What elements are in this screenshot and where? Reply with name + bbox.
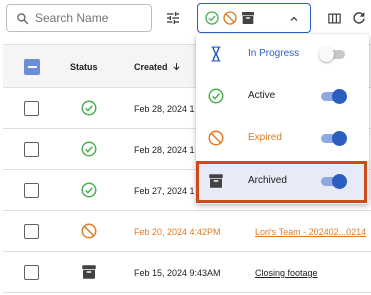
created-date: Feb 20, 2024 4:42PM bbox=[134, 227, 221, 237]
menu-item-label: Expired bbox=[248, 132, 282, 143]
created-date: Feb 28, 2024 1 bbox=[134, 104, 195, 114]
archive-icon bbox=[209, 174, 223, 188]
check-circle-icon bbox=[208, 88, 224, 104]
row-checkbox[interactable] bbox=[24, 142, 39, 157]
tune-icon[interactable] bbox=[164, 9, 182, 27]
menu-item-label: In Progress bbox=[248, 48, 300, 59]
created-column-header[interactable]: Created bbox=[134, 62, 181, 72]
menu-item-archived[interactable]: Archived bbox=[196, 161, 369, 202]
menu-item-label: Active bbox=[248, 90, 276, 101]
block-icon bbox=[81, 223, 97, 239]
search-input[interactable] bbox=[35, 11, 143, 25]
select-all-checkbox[interactable] bbox=[24, 59, 40, 75]
archive-icon bbox=[242, 12, 254, 24]
search-box[interactable] bbox=[6, 4, 152, 32]
refresh-icon[interactable] bbox=[350, 9, 368, 27]
created-date: Feb 27, 2024 1 bbox=[134, 186, 195, 196]
arrow-down-icon bbox=[173, 63, 180, 71]
status-filter-menu: In Progress Active Expired Archived bbox=[196, 34, 369, 204]
archive-icon bbox=[82, 265, 96, 279]
menu-item-expired[interactable]: Expired bbox=[196, 118, 369, 159]
check-circle-icon bbox=[81, 141, 97, 157]
check-circle-icon bbox=[81, 182, 97, 198]
created-date: Feb 28, 2024 1 bbox=[134, 145, 195, 155]
video-name-link[interactable]: Lori's Team - 202402...0214 bbox=[255, 227, 371, 237]
menu-item-in-progress[interactable]: In Progress bbox=[196, 34, 369, 75]
table-row[interactable]: Feb 15, 2024 9:43AM Closing footage bbox=[3, 252, 371, 293]
row-checkbox[interactable] bbox=[24, 183, 39, 198]
menu-item-label: Archived bbox=[248, 175, 287, 186]
check-circle-icon bbox=[81, 100, 97, 116]
chevron-up-icon bbox=[290, 16, 298, 21]
in-progress-toggle[interactable] bbox=[319, 47, 347, 62]
created-date: Feb 15, 2024 9:43AM bbox=[134, 268, 221, 278]
active-toggle[interactable] bbox=[321, 89, 347, 104]
status-column-header[interactable]: Status bbox=[70, 62, 98, 72]
hourglass-icon bbox=[211, 46, 221, 62]
search-icon bbox=[17, 12, 29, 24]
video-name-link[interactable]: Closing footage bbox=[255, 268, 371, 278]
check-circle-icon bbox=[205, 11, 219, 25]
table-row[interactable]: Feb 20, 2024 4:42PM Lori's Team - 202402… bbox=[3, 211, 371, 252]
row-checkbox[interactable] bbox=[24, 265, 39, 280]
menu-item-active[interactable]: Active bbox=[196, 76, 369, 117]
row-checkbox[interactable] bbox=[24, 101, 39, 116]
view-columns-icon[interactable] bbox=[325, 9, 343, 27]
block-icon bbox=[223, 11, 237, 25]
status-filter-button[interactable] bbox=[197, 3, 311, 33]
archived-toggle[interactable] bbox=[321, 174, 347, 189]
expired-toggle[interactable] bbox=[321, 131, 347, 146]
row-checkbox[interactable] bbox=[24, 224, 39, 239]
block-icon bbox=[208, 130, 224, 146]
